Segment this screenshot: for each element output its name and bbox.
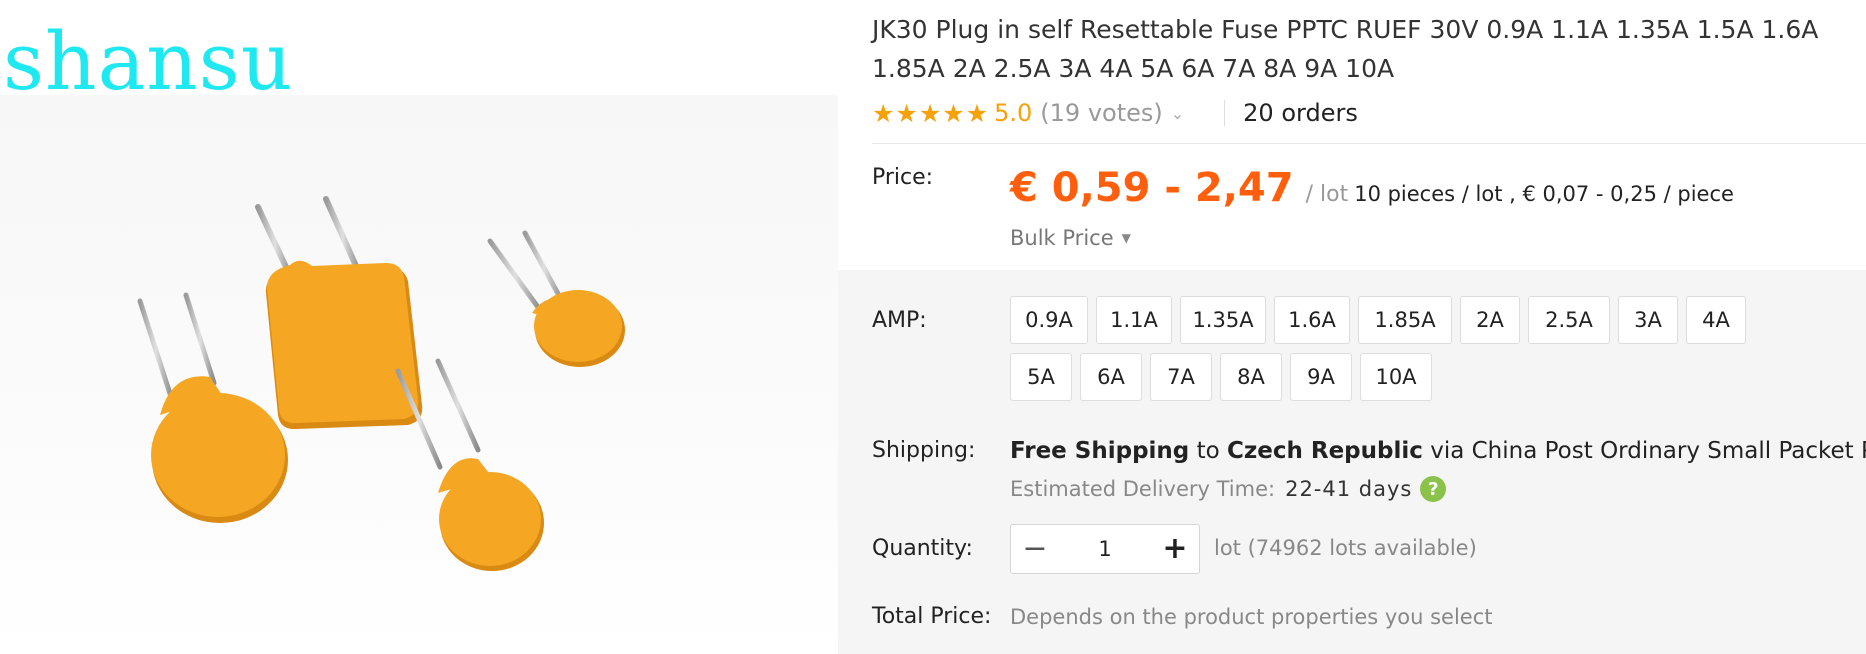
minus-icon[interactable]: − <box>1011 526 1059 572</box>
rating-score: 5.0 <box>994 99 1033 127</box>
amp-option[interactable]: 2.5A <box>1528 296 1610 344</box>
amp-option[interactable]: 0.9A <box>1010 296 1088 344</box>
chevron-down-icon[interactable]: ⌄ <box>1171 104 1184 123</box>
amp-option[interactable]: 6A <box>1080 353 1142 401</box>
fuse-small-right <box>487 230 625 367</box>
delivery-days: 22-41 days <box>1285 477 1413 501</box>
amp-option[interactable]: 8A <box>1220 353 1282 401</box>
quantity-label: Quantity: <box>872 536 973 561</box>
quantity-available: lot (74962 lots available) <box>1214 536 1477 560</box>
fuse-large-square <box>255 196 423 430</box>
star-icon: ★ <box>895 98 918 128</box>
amp-option[interactable]: 1.1A <box>1096 296 1172 344</box>
caret-down-icon: ▼ <box>1121 231 1131 245</box>
star-rating: ★ ★ ★ ★ ★ <box>872 101 988 126</box>
plus-icon[interactable]: + <box>1151 526 1199 572</box>
star-icon: ★ <box>942 98 965 128</box>
product-title: JK30 Plug in self Resettable Fuse PPTC R… <box>872 15 1819 83</box>
free-shipping-text: Free Shipping <box>1010 438 1190 464</box>
divider <box>1224 100 1226 126</box>
shipping-info: Free Shipping to Czech Republic via Chin… <box>1010 438 1866 464</box>
product-image-panel: shansu <box>0 0 838 654</box>
fuse-medium-left <box>137 292 288 523</box>
rating-row: ★ ★ ★ ★ ★ 5.0 (19 votes) ⌄ 20 orders <box>872 96 1358 130</box>
quantity-input[interactable] <box>1059 525 1151 573</box>
vote-count-link[interactable]: (19 votes) <box>1040 99 1162 127</box>
amp-option[interactable]: 3A <box>1618 296 1678 344</box>
amp-option[interactable]: 1.6A <box>1274 296 1350 344</box>
amp-option[interactable]: 5A <box>1010 353 1072 401</box>
total-price-label: Total Price: <box>872 604 992 629</box>
star-icon: ★ <box>965 98 989 128</box>
watermark-text: shansu <box>3 15 294 108</box>
product-photo <box>137 196 625 571</box>
star-icon: ★ <box>918 98 942 128</box>
amp-option[interactable]: 4A <box>1686 296 1746 344</box>
bulk-price-label: Bulk Price <box>1010 226 1114 250</box>
price-unit: / lot <box>1305 182 1349 207</box>
order-count: 20 orders <box>1243 99 1358 127</box>
amp-option[interactable]: 7A <box>1150 353 1212 401</box>
price-label: Price: <box>872 165 934 190</box>
product-details: JK30 Plug in self Resettable Fuse PPTC R… <box>838 0 1866 654</box>
price-range: € 0,59 - 2,47 <box>1010 165 1294 211</box>
shipping-destination-link[interactable]: Czech Republic <box>1227 438 1423 464</box>
price-block: € 0,59 - 2,47 / lot 10 pieces / lot , € … <box>1010 165 1734 211</box>
delivery-label: Estimated Delivery Time: <box>1010 477 1276 501</box>
amp-option[interactable]: 9A <box>1290 353 1352 401</box>
amp-option[interactable]: 2A <box>1460 296 1520 344</box>
shipping-to-text: to <box>1196 438 1220 464</box>
amp-option[interactable]: 1.35A <box>1180 296 1266 344</box>
star-icon: ★ <box>872 98 895 128</box>
bulk-price-dropdown[interactable]: Bulk Price ▼ <box>1010 226 1131 250</box>
amp-option[interactable]: 1.85A <box>1358 296 1452 344</box>
total-price-value: Depends on the product properties you se… <box>1010 605 1493 629</box>
shipping-carrier-link[interactable]: China Post Ordinary Small Packet Plus <box>1472 438 1866 464</box>
shipping-via-text: via <box>1430 438 1465 464</box>
divider <box>872 143 1866 144</box>
delivery-estimate: Estimated Delivery Time: 22-41 days ? <box>1010 476 1447 502</box>
question-mark-icon[interactable]: ? <box>1420 476 1447 502</box>
quantity-stepper: − + <box>1010 524 1200 574</box>
amp-option[interactable]: 10A <box>1360 353 1432 401</box>
price-detail: 10 pieces / lot , € 0,07 - 0,25 / piece <box>1354 182 1734 206</box>
amp-label: AMP: <box>872 308 927 333</box>
shipping-label: Shipping: <box>872 438 976 463</box>
